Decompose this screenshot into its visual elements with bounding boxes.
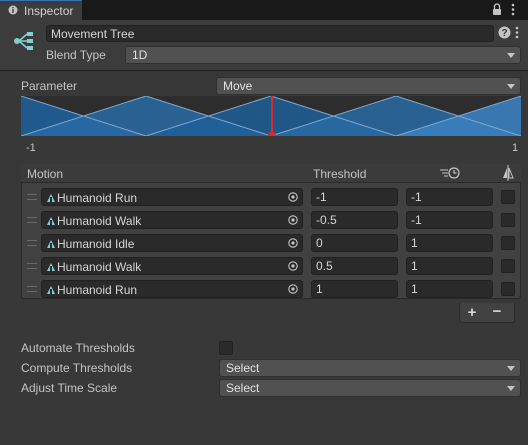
chevron-down-icon — [507, 386, 515, 391]
compute-thresholds-dropdown[interactable]: Select — [219, 359, 521, 377]
parameter-label: Parameter — [21, 79, 78, 93]
svg-text:?: ? — [501, 28, 507, 39]
blend-tree-icon — [14, 32, 33, 50]
tab-title: Inspector — [24, 4, 74, 18]
lock-icon[interactable] — [492, 3, 502, 16]
motion-name: Humanoid Walk — [57, 260, 142, 274]
adjust-time-scale-label: Adjust Time Scale — [21, 381, 118, 395]
object-picker-icon[interactable] — [288, 261, 298, 271]
chevron-down-icon — [507, 366, 515, 371]
info-icon — [8, 5, 18, 15]
row-drag-handle[interactable] — [27, 240, 37, 246]
time-scale-field[interactable]: 1 — [406, 257, 493, 275]
threshold-field[interactable]: 1 — [311, 280, 398, 298]
threshold-field[interactable]: -1 — [311, 188, 398, 206]
time-scale-field[interactable]: 1 — [406, 280, 493, 298]
tab-inspector[interactable]: Inspector — [0, 0, 82, 20]
motion-field[interactable]: Humanoid Walk — [41, 211, 303, 229]
object-picker-icon[interactable] — [288, 215, 298, 225]
mirror-checkbox[interactable] — [501, 282, 515, 296]
motion-name: Humanoid Run — [57, 191, 138, 205]
blend-type-value: 1D — [132, 48, 148, 62]
motion-name: Humanoid Run — [57, 283, 138, 297]
compute-thresholds-value: Select — [226, 361, 260, 375]
motion-field[interactable]: Humanoid Run — [41, 188, 303, 206]
mirror-checkbox[interactable] — [501, 259, 515, 273]
blend-tree-name-field[interactable]: Movement Tree — [46, 25, 494, 42]
parameter-dropdown[interactable]: Move — [216, 77, 521, 95]
graph-min-label: -1 — [26, 142, 36, 154]
adjust-time-scale-value: Select — [226, 381, 260, 395]
compute-thresholds-label: Compute Thresholds — [21, 361, 133, 375]
mirror-icon — [503, 165, 514, 181]
component-menu-icon[interactable] — [514, 26, 520, 39]
blend-type-label: Blend Type — [46, 48, 106, 62]
motion-field[interactable]: Humanoid Run — [41, 280, 303, 298]
time-scale-field[interactable]: 1 — [406, 234, 493, 252]
automate-thresholds-checkbox[interactable] — [219, 341, 233, 355]
animation-clip-icon — [47, 194, 55, 202]
object-picker-icon[interactable] — [288, 284, 298, 294]
animation-clip-icon — [47, 217, 55, 225]
motion-name: Humanoid Idle — [57, 237, 135, 251]
animation-clip-icon — [47, 240, 55, 248]
speed-clock-icon — [440, 167, 460, 179]
motion-field[interactable]: Humanoid Idle — [41, 234, 303, 252]
row-drag-handle[interactable] — [27, 286, 37, 292]
object-picker-icon[interactable] — [288, 238, 298, 248]
threshold-field[interactable]: 0.5 — [311, 257, 398, 275]
blend-graph[interactable] — [21, 96, 521, 136]
automate-thresholds-label: Automate Thresholds — [21, 341, 135, 355]
more-options-icon[interactable] — [510, 3, 516, 16]
graph-max-label: 1 — [512, 142, 519, 154]
row-drag-handle[interactable] — [27, 217, 37, 223]
threshold-field[interactable]: -0.5 — [311, 211, 398, 229]
animation-clip-icon — [47, 286, 55, 294]
threshold-field[interactable]: 0 — [311, 234, 398, 252]
mirror-checkbox[interactable] — [501, 190, 515, 204]
object-picker-icon[interactable] — [288, 192, 298, 202]
mirror-checkbox[interactable] — [501, 236, 515, 250]
column-header-motion: Motion — [27, 167, 64, 181]
motion-name: Humanoid Walk — [57, 214, 142, 228]
animation-clip-icon — [47, 263, 55, 271]
chevron-down-icon — [507, 84, 515, 89]
blend-type-dropdown[interactable]: 1D — [125, 46, 521, 64]
adjust-time-scale-dropdown[interactable]: Select — [219, 379, 521, 397]
row-drag-handle[interactable] — [27, 263, 37, 269]
motion-list — [21, 164, 521, 299]
motion-field[interactable]: Humanoid Walk — [41, 257, 303, 275]
remove-motion-button[interactable]: − — [487, 304, 507, 321]
time-scale-field[interactable]: -1 — [406, 211, 493, 229]
help-icon[interactable]: ? — [498, 26, 511, 39]
add-motion-button[interactable]: + — [462, 305, 482, 321]
chevron-down-icon — [507, 53, 515, 58]
row-drag-handle[interactable] — [27, 194, 37, 200]
parameter-value: Move — [223, 79, 253, 93]
column-header-threshold: Threshold — [313, 167, 367, 181]
time-scale-field[interactable]: -1 — [406, 188, 493, 206]
mirror-checkbox[interactable] — [501, 213, 515, 227]
